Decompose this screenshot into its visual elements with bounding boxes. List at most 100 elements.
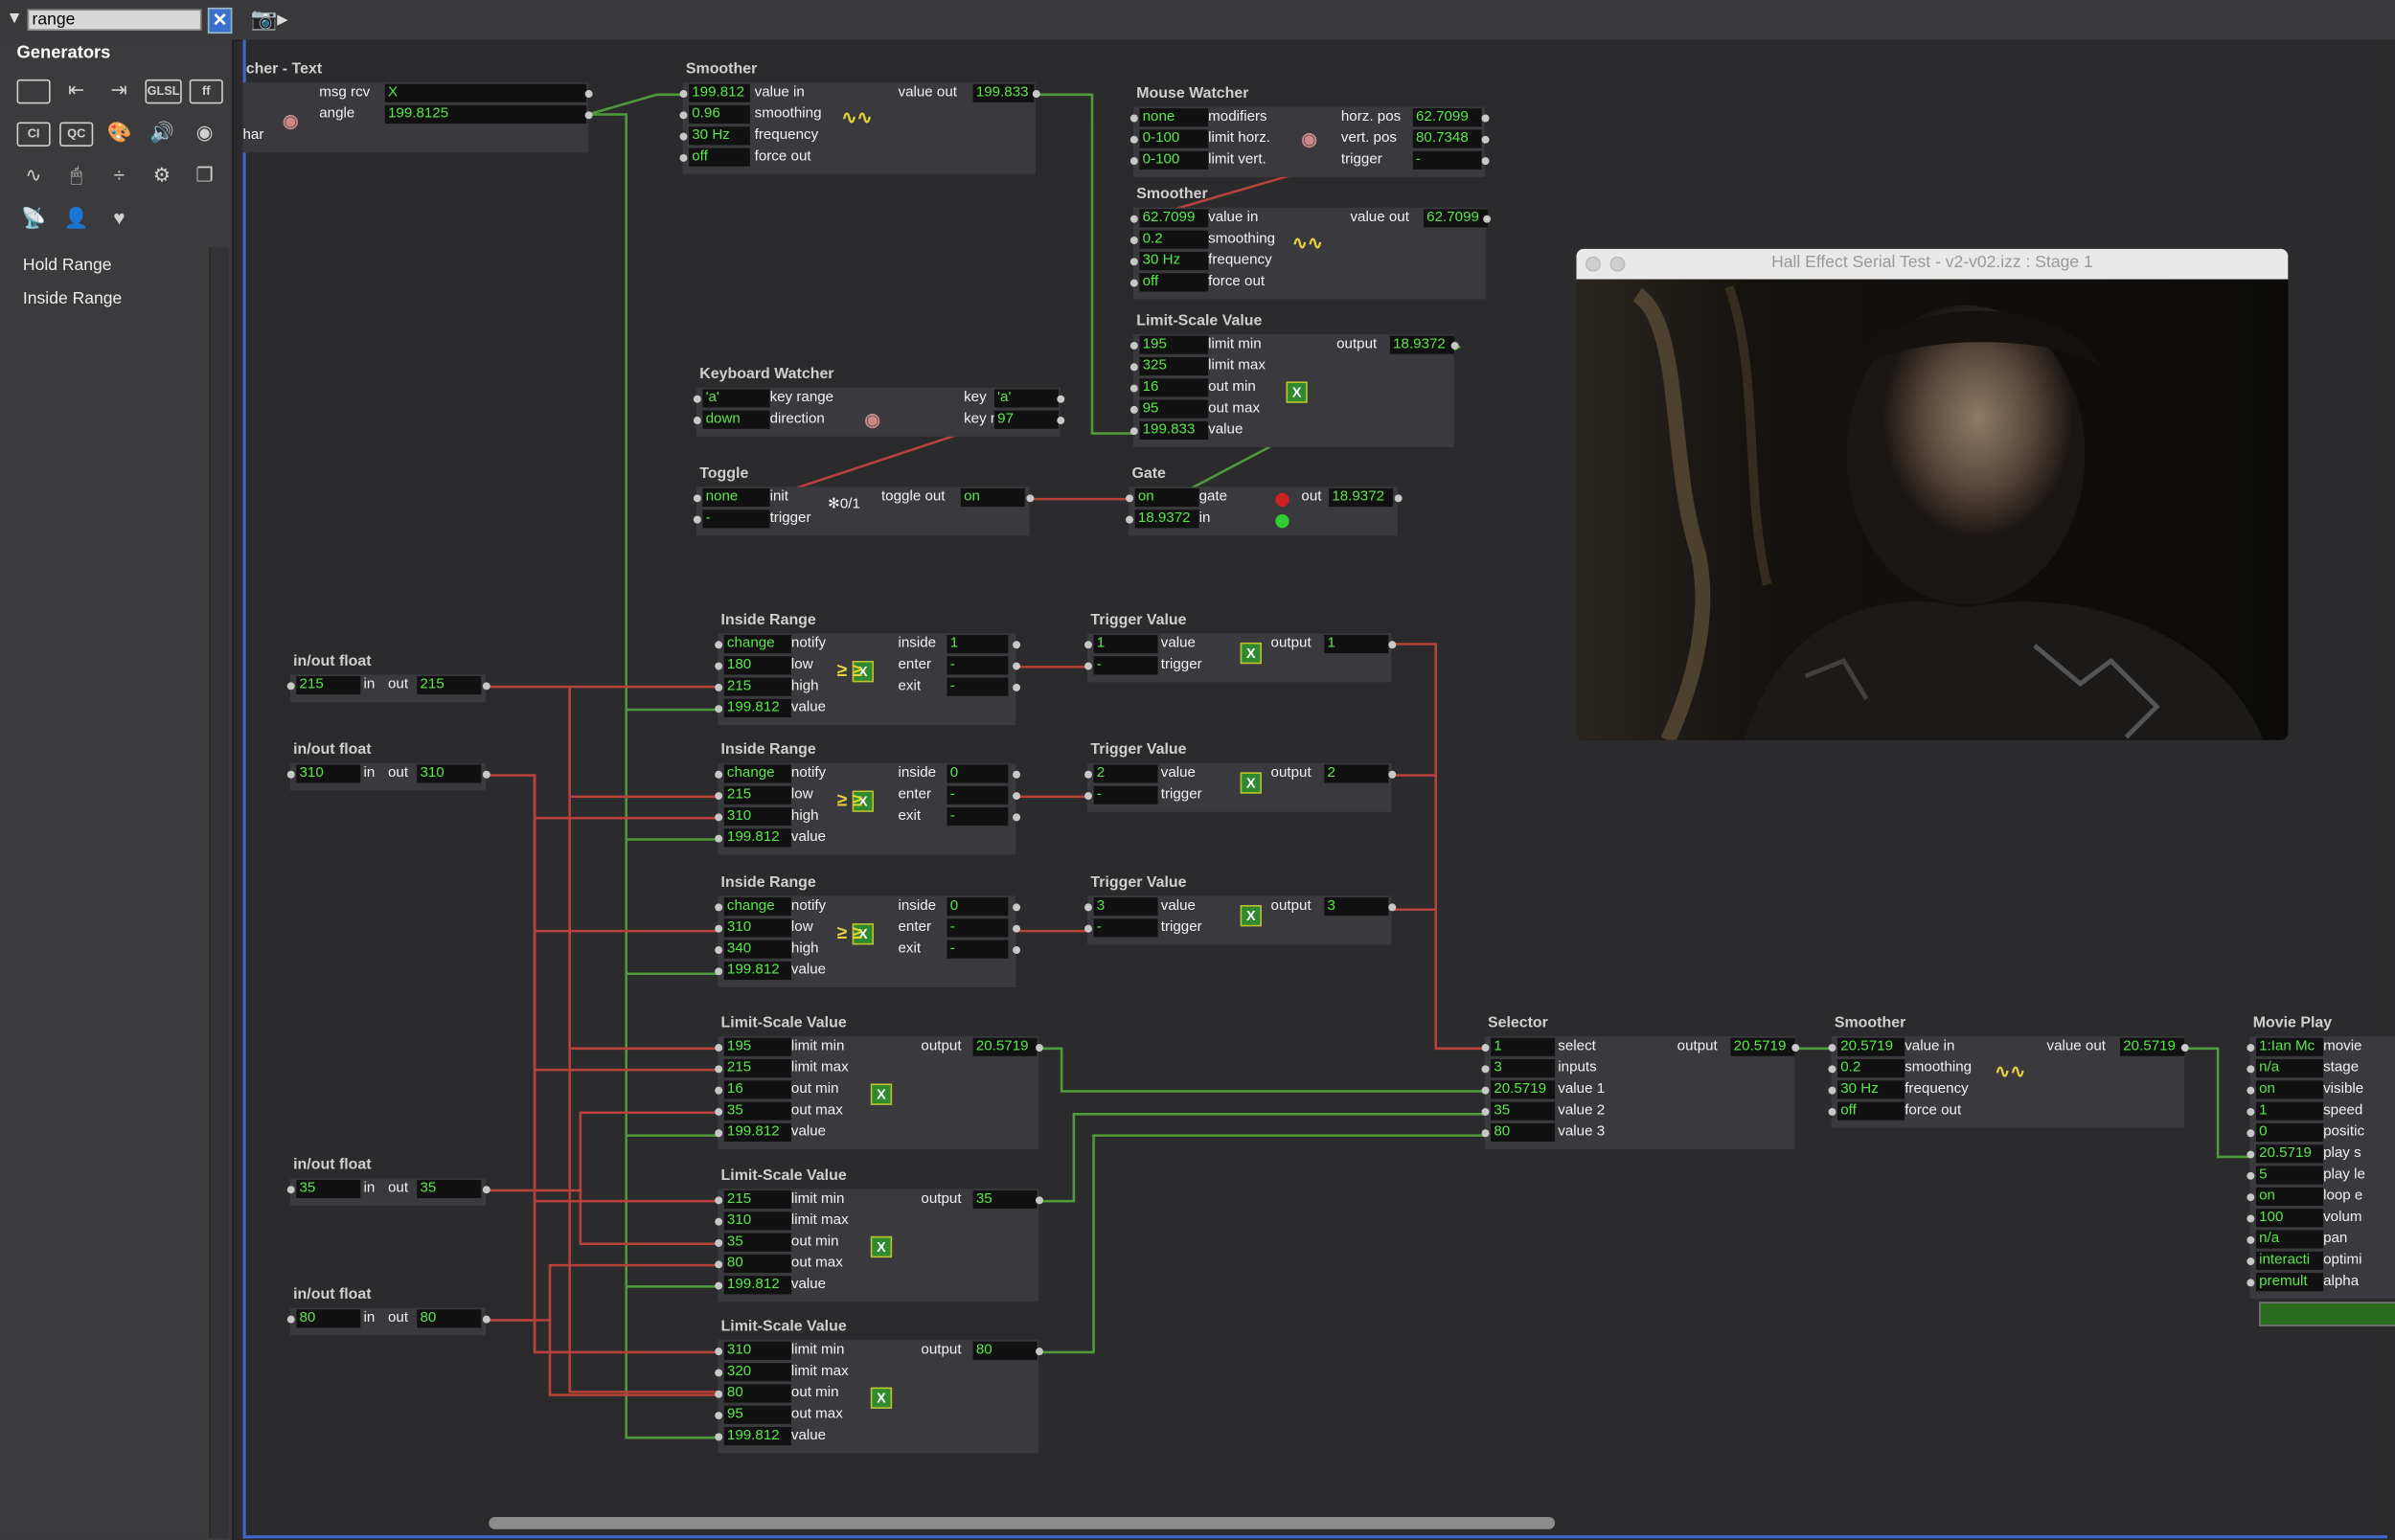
inport-value[interactable]: 0.2: [1139, 230, 1209, 249]
inport-value[interactable]: 195: [723, 1037, 791, 1056]
inport-value[interactable]: on: [2255, 1187, 2324, 1206]
inport-value[interactable]: change: [723, 764, 791, 783]
sidebar-item-inside-range[interactable]: Inside Range: [23, 290, 122, 308]
outport[interactable]: [482, 1315, 490, 1324]
inport-value[interactable]: 215: [723, 785, 791, 804]
actor-inside-range-2[interactable]: Inside Range change notify inside 0 215 low ent…: [715, 741, 1021, 855]
inport[interactable]: [1129, 279, 1138, 287]
inport-value[interactable]: 20.5719: [2255, 1144, 2324, 1164]
outport[interactable]: [1013, 903, 1021, 912]
inport[interactable]: [715, 1065, 723, 1074]
inport-value[interactable]: change: [723, 634, 791, 654]
outport-value[interactable]: 80: [417, 1309, 482, 1328]
patch-cable[interactable]: [568, 687, 723, 1051]
inport[interactable]: [2247, 1279, 2255, 1287]
actor-inout-2[interactable]: in/out float 310 in out 310: [286, 741, 490, 791]
outport[interactable]: [482, 770, 490, 779]
outport-value[interactable]: 0: [947, 764, 1009, 783]
patch-cable[interactable]: [587, 93, 686, 116]
inport-value[interactable]: on: [1134, 487, 1199, 508]
actor-watcher-text[interactable]: cher - Text msg rcv Xangle 199.8125 har ◉: [242, 61, 593, 153]
inport-value[interactable]: -: [702, 510, 770, 529]
outport[interactable]: [1057, 417, 1065, 425]
inport-value[interactable]: n/a: [2255, 1230, 2324, 1249]
stage-window[interactable]: Hall Effect Serial Test - v2-v02.izz : S…: [1576, 248, 2289, 740]
outport[interactable]: [1013, 641, 1021, 649]
actor-smoother-1[interactable]: Smoother 199.812 value in value out 199.833 0…: [679, 61, 1040, 174]
inport-value[interactable]: 0.2: [1837, 1058, 1905, 1078]
outport-value[interactable]: 62.7099: [1412, 108, 1482, 127]
mouse-icon[interactable]: 🖱: [59, 162, 93, 190]
inport-value[interactable]: 199.812: [723, 828, 791, 848]
patch-cable[interactable]: [533, 775, 723, 933]
inport[interactable]: [715, 1129, 723, 1138]
inport-value[interactable]: 30 Hz: [1139, 251, 1209, 271]
inport-value[interactable]: 'a': [702, 389, 770, 408]
inport[interactable]: [715, 1433, 723, 1441]
inport[interactable]: [2247, 1235, 2255, 1244]
inport-value[interactable]: 199.812: [723, 1427, 791, 1446]
inport-value[interactable]: 310: [723, 1212, 791, 1231]
outport[interactable]: [1057, 395, 1065, 403]
outport[interactable]: [1036, 1044, 1043, 1052]
outport[interactable]: [1013, 770, 1021, 779]
inport-value[interactable]: n/a: [2255, 1058, 2324, 1078]
inport-value[interactable]: 310: [723, 918, 791, 938]
inport-value[interactable]: off: [689, 147, 750, 167]
outport-value[interactable]: 199.8125: [384, 104, 587, 125]
inport[interactable]: [715, 1281, 723, 1290]
outport[interactable]: [1032, 90, 1040, 98]
inport[interactable]: [1828, 1086, 1836, 1095]
inport[interactable]: [2247, 1044, 2255, 1052]
inport[interactable]: [1129, 341, 1138, 350]
outport[interactable]: [1481, 135, 1490, 144]
inport-value[interactable]: 199.812: [689, 83, 750, 102]
outport-value[interactable]: -: [947, 807, 1009, 827]
actor-limit-scale-2[interactable]: Limit-Scale Value 215 limit min output 35 310…: [715, 1167, 1043, 1302]
inport[interactable]: [679, 132, 688, 141]
inport-value[interactable]: premult: [2255, 1273, 2324, 1292]
search-input[interactable]: [27, 9, 202, 31]
inport-value[interactable]: 199.833: [1139, 420, 1209, 440]
inport[interactable]: [1481, 1086, 1490, 1095]
inport-value[interactable]: 80: [1491, 1122, 1556, 1143]
actor-inside-range-1[interactable]: Inside Range change notify inside 1 180 low ent…: [715, 612, 1021, 725]
inport-value[interactable]: 16: [723, 1080, 791, 1099]
outport-value[interactable]: 310: [417, 764, 482, 783]
inport[interactable]: [693, 515, 701, 524]
glsl-icon[interactable]: GLSL: [145, 79, 182, 104]
speaker-icon[interactable]: 🔊: [145, 119, 178, 147]
inport[interactable]: [1129, 237, 1138, 244]
inport[interactable]: [2247, 1086, 2255, 1095]
outport-value[interactable]: 62.7099: [1423, 209, 1488, 228]
inport[interactable]: [1129, 384, 1138, 393]
outport-value[interactable]: 'a': [993, 389, 1059, 408]
inport[interactable]: [715, 967, 723, 976]
inport[interactable]: [715, 641, 723, 649]
outport[interactable]: [1481, 114, 1490, 123]
divide-icon[interactable]: ÷: [103, 162, 136, 190]
inport-value[interactable]: 199.812: [723, 698, 791, 717]
inport-value[interactable]: 1: [1093, 634, 1158, 654]
inport-value[interactable]: 35: [1491, 1101, 1556, 1121]
inport[interactable]: [1084, 641, 1092, 649]
inport[interactable]: [715, 1390, 723, 1398]
patch-cable[interactable]: [486, 1263, 723, 1322]
inport-value[interactable]: 100: [2255, 1209, 2324, 1228]
actor-limit-scale-top[interactable]: Limit-Scale Value 195 limit min output 18.93…: [1129, 313, 1459, 447]
rectangle-icon[interactable]: [16, 79, 51, 104]
inport-value[interactable]: 199.812: [723, 961, 791, 981]
inport[interactable]: [1126, 494, 1134, 503]
outport-value[interactable]: 35: [972, 1190, 1038, 1210]
inport-value[interactable]: 80: [723, 1384, 791, 1403]
outport[interactable]: [1394, 494, 1403, 503]
inport-value[interactable]: 215: [723, 677, 791, 696]
patch-cable[interactable]: [1038, 1047, 1488, 1093]
inport-value[interactable]: 195: [1139, 335, 1209, 354]
inport[interactable]: [1129, 215, 1138, 223]
inport-value[interactable]: 320: [723, 1363, 791, 1382]
inport-value[interactable]: 2: [1093, 764, 1158, 783]
rect-in-icon[interactable]: ⇤: [59, 77, 93, 104]
inport[interactable]: [715, 662, 723, 670]
outport[interactable]: [1013, 946, 1021, 954]
